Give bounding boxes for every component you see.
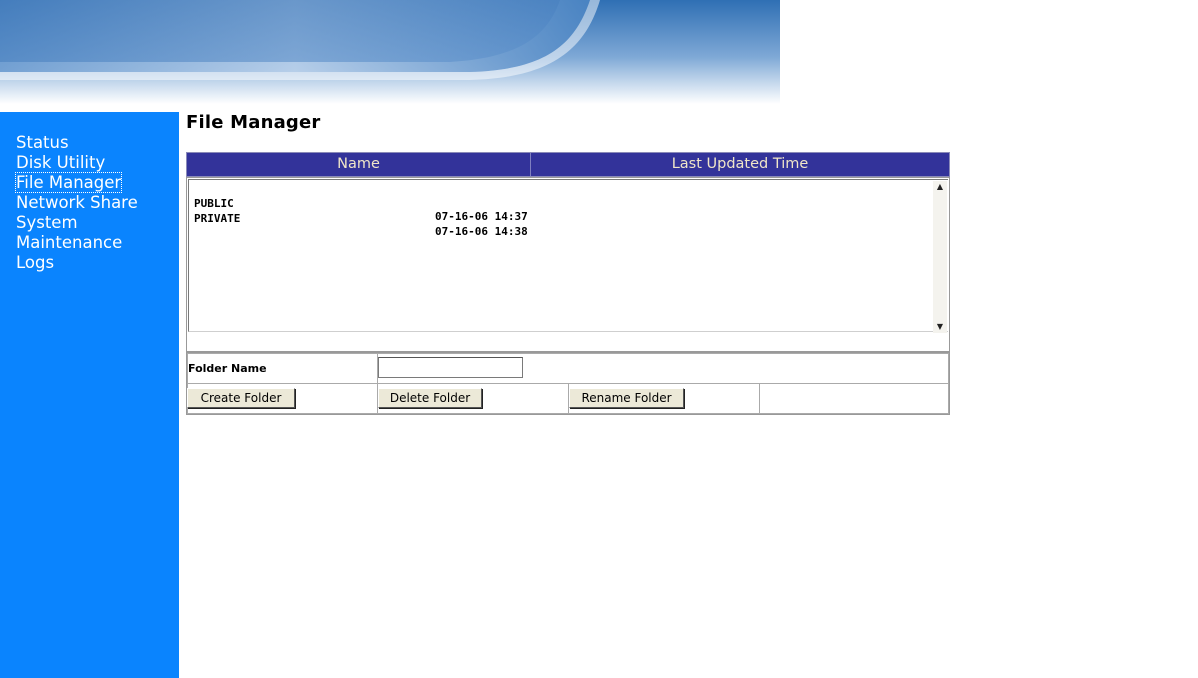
- nav-item-disk-utility[interactable]: Disk Utility: [16, 153, 179, 173]
- nav-item-file-manager[interactable]: File Manager: [14, 172, 179, 193]
- folder-time: 07-16-06 14:37: [435, 210, 528, 223]
- file-listbox[interactable]: PUBLIC 07-16-06 14:37 PRIVATE 07-16-06 1…: [188, 179, 948, 333]
- file-list-container: PUBLIC 07-16-06 14:37 PRIVATE 07-16-06 1…: [186, 177, 950, 352]
- nav-item-network-share[interactable]: Network Share: [16, 193, 179, 213]
- nav-item-logs[interactable]: Logs: [16, 253, 179, 273]
- folder-form: Folder Name: [186, 352, 950, 415]
- list-item[interactable]: PRIVATE 07-16-06 14:38: [194, 199, 528, 238]
- delete-folder-button[interactable]: Delete Folder: [378, 388, 482, 408]
- nav-item-maintenance[interactable]: Maintenance: [16, 233, 179, 253]
- file-list-header: Name Last Updated Time: [186, 152, 950, 177]
- arrow-up-icon[interactable]: ▲: [933, 181, 947, 193]
- folder-name: PRIVATE: [194, 212, 241, 225]
- nav-item-system[interactable]: System: [16, 213, 179, 233]
- create-folder-button[interactable]: Create Folder: [187, 388, 295, 408]
- column-header-last-updated[interactable]: Last Updated Time: [531, 153, 949, 176]
- header-banner: [0, 0, 780, 104]
- folder-name-input[interactable]: [378, 357, 523, 378]
- rename-folder-button[interactable]: Rename Folder: [569, 388, 684, 408]
- banner-graphic: [0, 0, 780, 104]
- list-item[interactable]: PUBLIC 07-16-06 14:37: [194, 184, 528, 223]
- vertical-scrollbar[interactable]: ▲ ▼: [933, 181, 947, 333]
- column-header-name[interactable]: Name: [187, 153, 531, 176]
- nav-item-status[interactable]: Status: [16, 133, 179, 153]
- page-title: File Manager: [186, 112, 321, 133]
- arrow-down-icon[interactable]: ▼: [933, 321, 947, 333]
- folder-name-label: Folder Name: [188, 362, 267, 375]
- form-cell: [759, 383, 949, 414]
- file-manager-panel: Name Last Updated Time PUBLIC 07-16-06 1…: [186, 152, 950, 415]
- sidebar-nav: Status Disk Utility File Manager Network…: [0, 112, 179, 678]
- folder-time: 07-16-06 14:38: [435, 225, 528, 238]
